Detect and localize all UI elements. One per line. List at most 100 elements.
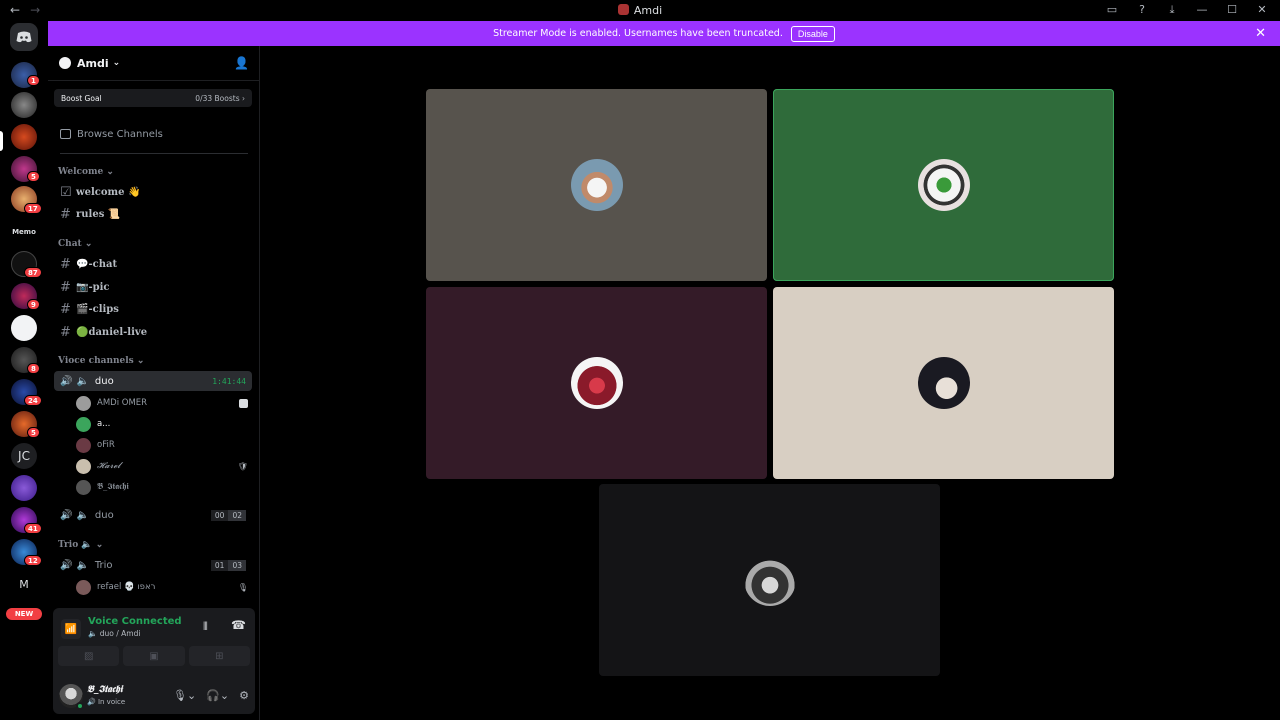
user-limit: 02 — [228, 509, 246, 521]
channel-pic[interactable]: # 📷-pic — [54, 277, 252, 297]
server-badge: 5 — [27, 427, 40, 438]
category-trio[interactable]: Trio 🔈 ⌄ — [58, 540, 103, 550]
category-label: Trio — [58, 540, 79, 550]
discord-icon — [16, 31, 32, 43]
add-user-icon[interactable]: 👤 — [234, 56, 249, 70]
speaker-icon: 🔈 — [76, 509, 89, 521]
speaker-icon: 🔈 — [81, 540, 93, 550]
channel-welcome[interactable]: ☑ welcome 👋 — [54, 182, 252, 202]
minimize-icon[interactable]: — — [1194, 3, 1210, 17]
disconnect-icon[interactable]: ☎ — [231, 618, 246, 632]
channel-rules[interactable]: # rules 📜 — [54, 204, 252, 224]
channel-clips[interactable]: # 🎬-clips — [54, 299, 252, 319]
participant-tile[interactable] — [599, 484, 940, 676]
avatar — [76, 579, 91, 595]
screen-share-button[interactable]: ▣ — [123, 646, 185, 666]
channel-chat[interactable]: # 💬-chat — [54, 254, 252, 274]
server-icon-12[interactable] — [11, 475, 37, 501]
channel-name: 💬-chat — [76, 258, 118, 270]
channel-live[interactable]: # 🟢daniel-live — [54, 322, 252, 342]
category-welcome[interactable]: Welcome ⌄ — [58, 167, 114, 177]
server-icon-m[interactable]: M — [11, 571, 37, 597]
avatar — [76, 416, 91, 432]
server-badge: 8 — [27, 363, 40, 374]
disable-button[interactable]: Disable — [790, 25, 835, 42]
voice-member[interactable]: refael 💀 ראפו 🎙 — [76, 577, 252, 597]
browse-label: Browse Channels — [77, 128, 163, 140]
speaker-icon: 🔈 — [76, 375, 89, 387]
inbox-icon[interactable]: ▭ — [1104, 3, 1120, 17]
help-icon[interactable]: ? — [1134, 3, 1150, 17]
server-icon — [617, 4, 629, 15]
voice-channel-duo[interactable]: 🔊 🔈 duo 1:41:44 — [54, 371, 252, 391]
category-voice[interactable]: Vioce channels ⌄ — [58, 356, 144, 366]
close-icon[interactable]: ✕ — [1254, 3, 1270, 17]
hero-avatar — [570, 357, 623, 409]
channel-name: rules 📜 — [76, 208, 121, 220]
voice-status[interactable]: Voice Connected — [88, 616, 182, 627]
chevron-down-icon: ⌄ — [112, 58, 121, 68]
participant-tile-speaking[interactable] — [773, 89, 1114, 281]
banner-message: Streamer Mode is enabled. Usernames have… — [493, 28, 783, 39]
user-controls: 🎙⌄ 🎧⌄ ⚙ — [173, 689, 249, 702]
user-status-text: In voice — [97, 698, 126, 706]
channel-name: 📷-pic — [76, 281, 110, 293]
server-badge: 1 — [27, 75, 40, 86]
camera-off-button[interactable]: ▨ — [58, 646, 120, 666]
participant-tile[interactable] — [426, 89, 767, 281]
server-badge: 17 — [24, 203, 42, 214]
guild-icon — [59, 57, 71, 69]
activities-button[interactable]: ⊞ — [188, 646, 250, 666]
boost-goal-bar[interactable]: Boost Goal 0/33 Boosts › — [54, 89, 252, 107]
server-icon-2[interactable] — [11, 92, 37, 118]
server-icon-8[interactable] — [11, 315, 37, 341]
voice-channel-duo-2[interactable]: 🔊 🔈 duo 00 02 — [54, 505, 252, 525]
server-badge: 5 — [27, 171, 40, 182]
hash-icon: # — [60, 256, 71, 272]
user-area: 𝕭_𝕴𝖙𝖆𝖈𝖍𝖎 🔊 In voice 🎙⌄ 🎧⌄ ⚙ — [53, 678, 255, 714]
voice-member[interactable]: a... — [76, 414, 252, 434]
server-icon-memo[interactable]: Memo — [11, 219, 37, 245]
chevron-down-icon: ⌄ — [95, 540, 104, 550]
settings-gear-icon[interactable]: ⚙ — [239, 689, 249, 702]
server-badge: 24 — [24, 395, 42, 406]
voice-connection-panel: 📶 Voice Connected 🔈 duo / Amdi ⦀ ☎ ▨ ▣ ⊞… — [53, 608, 255, 714]
channel-sidebar: Amdi ⌄ 👤 Boost Goal 0/33 Boosts › Browse… — [48, 46, 260, 720]
user-count: 00 — [210, 509, 229, 521]
server-icon-jc[interactable]: JC — [11, 443, 37, 469]
category-chat[interactable]: Chat ⌄ — [58, 239, 92, 249]
headphones-icon[interactable]: 🎧⌄ — [206, 689, 229, 702]
participant-tile[interactable] — [773, 287, 1114, 479]
speaker-icon: 🔈 — [76, 559, 89, 571]
channel-name: 🟢daniel-live — [76, 326, 148, 338]
participant-tile[interactable] — [426, 287, 767, 479]
microphone-icon[interactable]: 🎙⌄ — [173, 689, 196, 702]
server-icon-3[interactable] — [11, 124, 37, 150]
voice-member[interactable]: 𝕭_𝕴𝖙𝖆𝖈𝖍𝖎 — [76, 477, 252, 497]
chevron-right-icon: › — [242, 93, 245, 103]
maximize-icon[interactable]: ☐ — [1224, 3, 1240, 17]
avatar — [76, 479, 91, 495]
browse-channels[interactable]: Browse Channels — [54, 124, 250, 144]
voice-member[interactable]: 𝓗𝓪𝓻𝓮𝓵 🛡 — [76, 456, 252, 476]
chevron-down-icon: ⌄ — [106, 167, 114, 177]
hash-icon: # — [60, 324, 71, 340]
voice-member[interactable]: AMDi OMER — [76, 393, 252, 413]
discord-home-button[interactable] — [10, 23, 38, 51]
voice-location: 🔈 duo / Amdi — [88, 629, 141, 638]
noise-suppression-icon[interactable]: ⦀ — [203, 620, 208, 634]
voice-channel-name: Trio — [94, 559, 113, 571]
user-name[interactable]: 𝕭_𝕴𝖙𝖆𝖈𝖍𝖎 — [87, 684, 123, 695]
voice-channel-trio[interactable]: 🔊 🔈 Trio 01 03 — [54, 555, 252, 575]
window-title: Amdi — [0, 4, 1280, 17]
window-controls: ▭ ? ⤓ — ☐ ✕ — [1104, 3, 1270, 17]
guild-header[interactable]: Amdi ⌄ 👤 — [48, 46, 259, 81]
signal-icon[interactable]: 📶 — [61, 619, 81, 639]
download-icon[interactable]: ⤓ — [1164, 3, 1180, 17]
chevron-down-icon: ⌄ — [136, 356, 145, 366]
active-server-pill — [0, 131, 3, 151]
banner-close-icon[interactable]: ✕ — [1255, 26, 1266, 41]
voice-member[interactable]: oFiR — [76, 435, 252, 455]
guild-name: Amdi — [77, 56, 109, 70]
status-indicator — [76, 702, 84, 710]
